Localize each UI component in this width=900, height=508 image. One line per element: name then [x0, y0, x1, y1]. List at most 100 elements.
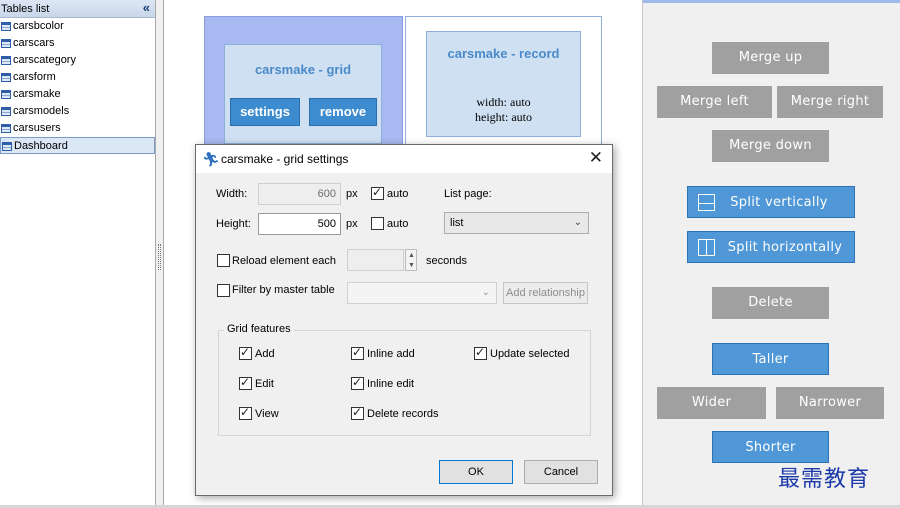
table-icon	[1, 107, 11, 116]
table-icon	[1, 73, 11, 82]
width-label: Width:	[216, 188, 248, 200]
table-icon	[1, 90, 11, 99]
table-item-dashboard[interactable]: Dashboard	[0, 137, 155, 154]
add-relationship-button[interactable]: Add relationship	[503, 282, 588, 304]
table-item-label: carscars	[13, 37, 55, 49]
grid-element-title: carsmake - grid	[254, 62, 352, 77]
chevron-down-icon: ⌄	[481, 287, 490, 298]
dashboard-icon	[2, 142, 12, 151]
feature-view-label: View	[255, 408, 279, 420]
feature-inline-edit-label: Inline edit	[367, 378, 415, 390]
grid-element[interactable]: carsmake - grid settings remove	[224, 44, 382, 144]
table-item-label: carsmodels	[13, 105, 70, 117]
table-item-carscategory[interactable]: carscategory	[0, 52, 155, 69]
merge-down-button[interactable]: Merge down	[712, 130, 829, 162]
watermark-logo: 最需教育	[778, 467, 871, 492]
spin-up-icon: ▲	[408, 252, 415, 259]
height-label: Height:	[216, 218, 251, 230]
merge-left-button[interactable]: Merge left	[657, 86, 772, 118]
table-item-carsmake[interactable]: carsmake	[0, 86, 155, 103]
record-element[interactable]: carsmake - record width: auto height: au…	[426, 31, 581, 137]
table-item-carsform[interactable]: carsform	[0, 69, 155, 86]
feature-inline-edit-checkbox[interactable]	[351, 375, 364, 390]
dialog-title: carsmake - grid settings	[221, 152, 349, 166]
wider-button[interactable]: Wider	[657, 387, 766, 419]
table-icon	[1, 22, 11, 31]
width-auto-label: auto	[387, 188, 409, 200]
split-vertically-icon	[698, 194, 715, 211]
panel-splitter[interactable]	[156, 0, 164, 508]
merge-up-button[interactable]: Merge up	[712, 42, 829, 74]
table-item-carscars[interactable]: carscars	[0, 35, 155, 52]
table-item-carsbcolor[interactable]: carsbcolor	[0, 18, 155, 35]
feature-add-checkbox[interactable]	[239, 345, 252, 360]
table-icon	[1, 56, 11, 65]
split-vertically-label: Split vertically	[730, 195, 828, 210]
narrower-button[interactable]: Narrower	[776, 387, 884, 419]
filter-master-label: Filter by master table	[232, 284, 335, 296]
remove-button[interactable]: remove	[309, 98, 377, 126]
feature-inline-add-checkbox[interactable]	[351, 345, 364, 360]
taller-button[interactable]: Taller	[712, 343, 829, 375]
table-item-label: carsmake	[13, 88, 61, 100]
table-item-label: carsusers	[13, 122, 61, 134]
split-horizontally-button[interactable]: Split horizontally	[687, 231, 855, 263]
table-item-carsmodels[interactable]: carsmodels	[0, 103, 155, 120]
feature-view-checkbox[interactable]	[239, 405, 252, 420]
feature-update-selected-label: Update selected	[490, 348, 570, 360]
spin-down-icon: ▼	[408, 262, 415, 269]
feature-update-selected-checkbox[interactable]	[474, 345, 487, 360]
tables-list-panel: Tables list « carsbcolor carscars carsca…	[0, 0, 156, 508]
grid-features-title: Grid features	[224, 323, 294, 335]
reload-label: Reload element each	[232, 255, 336, 267]
ok-button[interactable]: OK	[439, 460, 513, 484]
collapse-panel-icon[interactable]: «	[143, 0, 150, 15]
shorter-button[interactable]: Shorter	[712, 431, 829, 463]
feature-inline-add-label: Inline add	[367, 348, 415, 360]
settings-button[interactable]: settings	[230, 98, 300, 126]
table-item-label: carsform	[13, 71, 56, 83]
feature-edit-checkbox[interactable]	[239, 375, 252, 390]
split-vertically-button[interactable]: Split vertically	[687, 186, 855, 218]
list-page-label: List page:	[444, 188, 492, 200]
height-unit: px	[346, 218, 358, 230]
table-item-label: carscategory	[13, 54, 76, 66]
height-auto-label: auto	[387, 218, 409, 230]
chevron-down-icon: ⌄	[573, 217, 582, 228]
running-figure-icon: 🏃︎	[202, 151, 220, 167]
grid-settings-dialog: 🏃︎ carsmake - grid settings ✕ Width: 600…	[195, 144, 613, 496]
dialog-titlebar[interactable]: 🏃︎ carsmake - grid settings ✕	[196, 145, 612, 173]
width-unit: px	[346, 188, 358, 200]
splitter-grip[interactable]	[158, 244, 161, 270]
table-icon	[1, 39, 11, 48]
record-width-text: width: auto	[476, 95, 531, 109]
reload-seconds-spinner[interactable]: ▲ ▼	[405, 249, 417, 271]
record-element-title: carsmake - record	[447, 46, 560, 61]
filter-master-checkbox[interactable]	[217, 284, 230, 297]
reload-seconds-input[interactable]	[347, 249, 404, 271]
tables-list-header: Tables list «	[0, 0, 155, 18]
delete-button[interactable]: Delete	[712, 287, 829, 319]
table-item-carsusers[interactable]: carsusers	[0, 120, 155, 137]
width-auto-checkbox[interactable]	[371, 185, 384, 200]
merge-right-button[interactable]: Merge right	[777, 86, 883, 118]
table-icon	[1, 124, 11, 133]
panel-top-strip	[643, 0, 900, 3]
seconds-label: seconds	[426, 255, 467, 267]
width-input[interactable]: 600	[258, 183, 341, 205]
list-page-select[interactable]: list ⌄	[444, 212, 589, 234]
feature-add-label: Add	[255, 348, 275, 360]
feature-edit-label: Edit	[255, 378, 274, 390]
feature-delete-records-checkbox[interactable]	[351, 405, 364, 420]
table-item-label: carsbcolor	[13, 20, 64, 32]
record-height-text: height: auto	[475, 110, 532, 124]
master-table-select[interactable]: ⌄	[347, 282, 497, 304]
reload-checkbox[interactable]	[217, 254, 230, 267]
record-element-dimensions: width: auto height: auto	[427, 95, 580, 125]
cancel-button[interactable]: Cancel	[524, 460, 598, 484]
feature-delete-records-label: Delete records	[367, 408, 439, 420]
height-input[interactable]: 500	[258, 213, 341, 235]
table-item-label: Dashboard	[14, 140, 68, 152]
height-auto-checkbox[interactable]	[371, 217, 384, 230]
close-icon[interactable]: ✕	[589, 148, 603, 168]
